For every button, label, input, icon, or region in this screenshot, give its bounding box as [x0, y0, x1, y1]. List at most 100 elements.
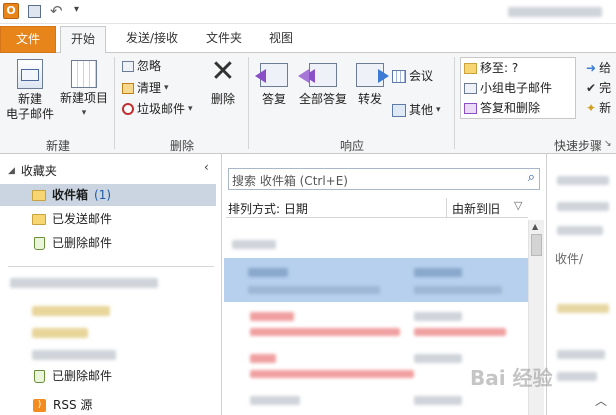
reply-icon	[255, 63, 288, 87]
sort-by-label[interactable]: 排列方式: 日期	[228, 200, 308, 217]
rss-icon: )	[33, 398, 46, 412]
clean-up-dropdown-icon: ▾	[164, 83, 169, 93]
delete-icon: ✕	[210, 54, 236, 89]
collapse-chevron-icon[interactable]: ︿	[595, 392, 607, 409]
search-input-placeholder: 搜索 收件箱 (Ctrl+E)	[232, 174, 348, 188]
delete-label: 删除	[210, 92, 235, 106]
new-email-label-2: 电子邮件	[5, 107, 54, 121]
clean-up-button[interactable]: 清理 ▾	[122, 79, 169, 97]
search-icon[interactable]: ⌕	[528, 170, 535, 185]
nav-item-rss[interactable]: ) RSS 源	[0, 394, 216, 415]
junk-button[interactable]: 垃圾邮件 ▾	[122, 100, 193, 118]
new-email-label-1: 新建	[17, 92, 42, 106]
quickstep-create-new[interactable]: ✦ 新	[586, 99, 611, 117]
message-row[interactable]	[224, 388, 528, 414]
title-bar: O ↶ ▾	[0, 0, 616, 24]
message-preview	[248, 286, 380, 294]
new-items-dropdown-icon: ▾	[81, 108, 87, 118]
quick-steps-launcher-icon[interactable]: ↘	[604, 139, 612, 149]
tab-home[interactable]: 开始	[60, 26, 106, 54]
date-group-header	[232, 240, 276, 249]
undo-icon[interactable]: ↶	[50, 2, 63, 20]
collapse-triangle-icon: ◢	[8, 166, 15, 176]
account-folder-1	[32, 306, 110, 316]
minimize-pane-icon[interactable]: ‹	[204, 160, 209, 174]
reply-delete-label: 答复和删除	[480, 101, 541, 115]
meeting-button[interactable]: 会议	[392, 67, 433, 85]
junk-label: 垃圾邮件	[137, 102, 186, 116]
new-email-icon	[17, 59, 43, 89]
save-icon[interactable]	[28, 5, 41, 18]
message-row[interactable]	[224, 304, 528, 344]
tab-file[interactable]: 文件	[0, 26, 56, 53]
group-label-delete: 删除	[169, 139, 194, 153]
ignore-label: 忽略	[137, 59, 162, 73]
window-title	[508, 7, 602, 17]
forward-button[interactable]: 转发	[352, 55, 389, 107]
inbox-folder-icon	[32, 189, 46, 201]
tab-folder[interactable]: 文件夹	[196, 26, 252, 53]
favorites-label: 收藏夹	[20, 164, 57, 178]
more-respond-label: 其他	[409, 103, 434, 117]
ignore-icon	[122, 60, 134, 72]
sort-order-label[interactable]: 由新到旧	[452, 200, 500, 217]
move-to-label: 移至: ?	[480, 61, 519, 75]
create-new-label: 新	[599, 101, 612, 115]
account-folder-3	[32, 350, 116, 360]
done-label: 完	[599, 81, 612, 95]
rss-label: RSS 源	[53, 398, 93, 412]
group-label-quick-steps: 快速步骤	[553, 139, 602, 153]
quickstep-move-to[interactable]: 移至: ?	[464, 59, 518, 77]
reading-attachment	[557, 304, 609, 313]
group-divider	[454, 57, 455, 149]
more-respond-dropdown-icon: ▾	[436, 105, 441, 115]
qat-dropdown-icon[interactable]: ▾	[74, 4, 79, 15]
favorites-header[interactable]: ◢ 收藏夹	[0, 160, 216, 182]
create-new-icon: ✦	[586, 101, 597, 115]
new-email-button[interactable]: 新建 电子邮件	[4, 55, 56, 122]
nav-item-deleted[interactable]: 已删除邮件	[0, 232, 216, 254]
new-items-button[interactable]: 新建项目 ▾	[56, 55, 112, 121]
sort-order-arrow-icon[interactable]: ▽	[514, 199, 522, 212]
ignore-button[interactable]: 忽略	[122, 57, 161, 75]
delete-button[interactable]: ✕ 删除	[205, 55, 241, 107]
nav-item-inbox[interactable]: 收件箱 (1)	[0, 184, 216, 206]
team-email-label: 小组电子邮件	[480, 81, 553, 95]
message-sender	[250, 312, 294, 321]
sort-header: 排列方式: 日期 由新到旧 ▽	[226, 198, 528, 218]
outlook-logo-icon[interactable]: O	[3, 3, 19, 19]
quickstep-team-email[interactable]: 小组电子邮件	[464, 79, 552, 97]
scroll-up-icon[interactable]: ▲	[532, 222, 538, 231]
search-box[interactable]: 搜索 收件箱 (Ctrl+E) ⌕	[228, 168, 540, 190]
tab-send-receive[interactable]: 发送/接收	[116, 26, 188, 53]
move-to-icon	[464, 62, 477, 74]
new-items-icon	[71, 60, 97, 88]
nav-item-deleted-account[interactable]: 已删除邮件	[0, 365, 216, 387]
quickstep-reply-delete[interactable]: 答复和删除	[464, 99, 540, 117]
message-date	[414, 354, 462, 363]
message-date	[414, 312, 462, 321]
account-folder-2	[32, 328, 88, 338]
group-divider	[114, 57, 115, 149]
tab-view[interactable]: 视图	[258, 26, 304, 53]
reply-button[interactable]: 答复	[255, 55, 293, 107]
message-sender	[250, 396, 300, 405]
clean-up-label: 清理	[137, 81, 162, 95]
forward-icon	[356, 63, 389, 87]
reply-all-button[interactable]: 全部答复	[296, 55, 350, 107]
deleted-label: 已删除邮件	[52, 236, 113, 250]
sent-label: 已发送邮件	[52, 212, 113, 226]
message-preview	[250, 370, 414, 378]
reply-label: 答复	[261, 92, 286, 106]
forward-label: 转发	[357, 92, 382, 106]
quickstep-to-manager[interactable]: ➜ 给	[586, 59, 611, 77]
nav-item-sent[interactable]: 已发送邮件	[0, 208, 216, 230]
scroll-thumb[interactable]	[531, 234, 542, 256]
message-row-selected[interactable]	[224, 258, 528, 302]
message-sender	[248, 268, 288, 277]
message-preview-2	[414, 286, 502, 294]
ribbon-tab-bar: 文件 开始 发送/接收 文件夹 视图	[0, 24, 616, 54]
quickstep-done[interactable]: ✔ 完	[586, 79, 611, 97]
more-respond-button[interactable]: 其他 ▾	[392, 101, 441, 119]
message-sender	[250, 354, 276, 363]
